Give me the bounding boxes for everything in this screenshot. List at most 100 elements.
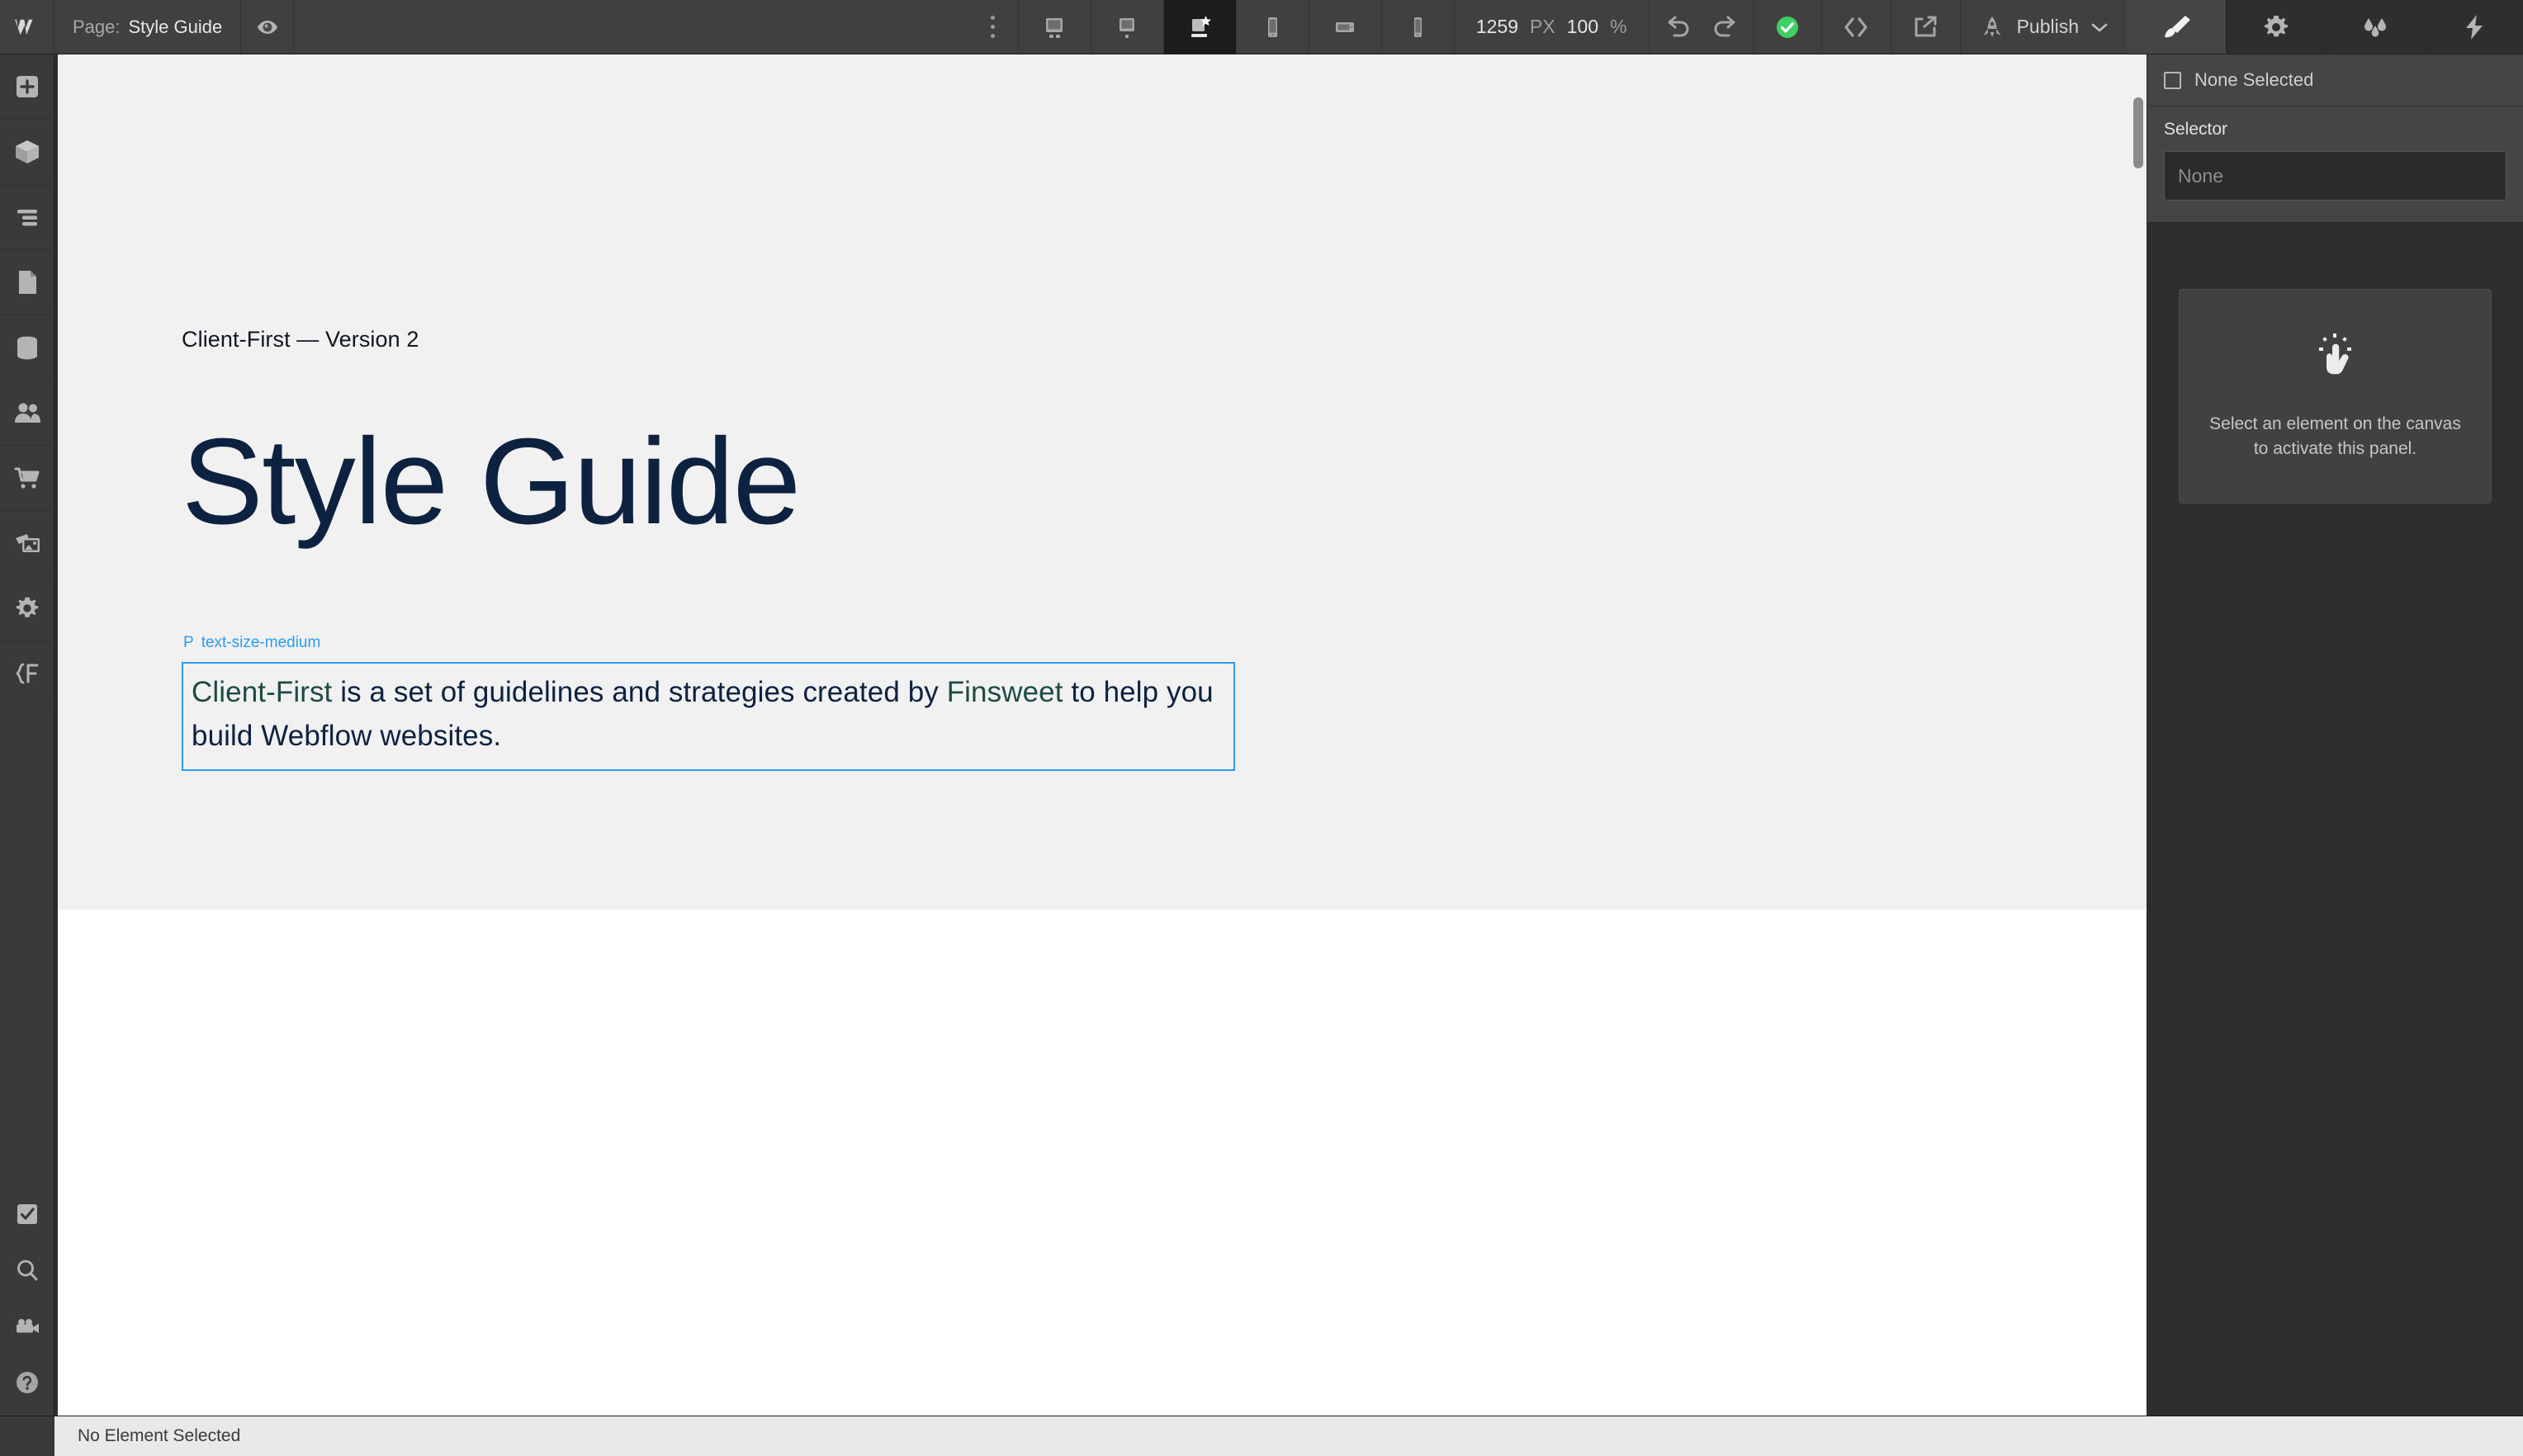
sidebar-item-navigator[interactable] [0,185,54,250]
status-message: No Element Selected [78,1426,241,1445]
selector-section: Selector None [2147,106,2523,223]
empty-state-message: Select an element on the canvas to activ… [2209,414,2461,458]
save-status-button[interactable] [1754,0,1822,54]
lightning-bolt-icon [2461,12,2487,42]
page-title[interactable]: Style Guide [182,418,801,546]
tab-interactions-panel[interactable] [2424,0,2523,54]
paragraph-text-1: is a set of guidelines and strategies cr… [332,676,947,708]
empty-state-card: Select an element on the canvas to activ… [2179,289,2492,503]
tab-settings-panel[interactable] [2226,0,2325,54]
more-vertical-icon [990,16,995,38]
toolbar-spacer-left [294,0,968,54]
sidebar-item-components[interactable] [0,120,54,185]
zoom-value: 100 [1566,16,1599,37]
canvas-area: Client-First — Version 2 Style Guide P t… [54,54,2147,1416]
page-name: Style Guide [128,16,223,37]
eyebrow-text[interactable]: Client-First — Version 2 [182,327,419,352]
redo-icon[interactable] [1711,15,1739,40]
eye-preview-icon [255,17,280,37]
gear-icon [2261,12,2291,42]
sidebar-item-users[interactable] [0,381,54,446]
mobile-portrait-icon [1404,13,1432,41]
database-icon [12,333,42,362]
sidebar-item-audit[interactable] [0,1186,54,1242]
left-toolbar-secondary [0,1186,54,1416]
rocket-icon [1979,14,2005,40]
breakpoint-desktop[interactable] [1091,0,1164,54]
sidebar-item-video-tutorials[interactable] [0,1298,54,1354]
monitor-star-icon [1185,12,1214,42]
question-circle-icon [13,1369,41,1397]
custom-code-button[interactable] [1822,0,1891,54]
undo-icon[interactable] [1664,15,1692,40]
sidebar-item-help[interactable] [0,1354,54,1411]
status-bar: No Element Selected [0,1416,2523,1456]
paintbrush-icon [2161,12,2194,42]
breakpoint-more-options-button[interactable] [968,0,1019,54]
breakpoint-base[interactable] [1163,0,1237,54]
sidebar-item-assets[interactable] [0,511,54,576]
webflow-home-button[interactable] [0,0,54,54]
page-document-icon [14,267,40,297]
breakpoint-mobile-landscape[interactable] [1309,0,1382,54]
breakpoint-desktop-xl[interactable] [1019,0,1091,54]
selected-element-header[interactable]: None Selected [2147,54,2523,106]
client-first-link[interactable]: Client-First [192,676,332,708]
sidebar-item-ecommerce[interactable] [0,446,54,511]
style-panel: None Selected Selector None Select an el… [2147,54,2523,1416]
plus-square-icon [13,73,41,101]
video-camera-icon [12,1315,42,1338]
sidebar-item-pages[interactable] [0,250,54,315]
selection-tag-letter: P [183,634,194,651]
canvas-width-value: 1259 [1475,16,1519,37]
left-toolbar-primary [0,54,54,707]
sidebar-item-cms[interactable] [0,315,54,381]
zoom-unit: % [1610,16,1627,37]
finsweet-brace-f-icon [12,661,42,686]
canvas-width-unit: PX [1530,16,1555,37]
sidebar-item-search[interactable] [0,1242,54,1298]
selection-label: P text-size-medium [183,634,320,652]
magnifier-icon [14,1257,40,1283]
webflow-logo-icon [12,17,43,38]
selector-placeholder: None [2178,164,2223,187]
selected-paragraph-box[interactable]: Client-First is a set of guidelines and … [182,662,1235,772]
tablet-icon [1258,13,1286,41]
chevron-down-icon [2090,21,2109,33]
sidebar-item-finsweet-extension[interactable] [0,641,54,707]
click-hand-icon [2311,331,2360,384]
checkbox-check-icon [14,1201,40,1227]
code-brackets-icon [1841,16,1871,39]
publish-label: Publish [2016,16,2079,37]
export-code-button[interactable] [1891,0,1961,54]
intro-paragraph[interactable]: Client-First is a set of guidelines and … [192,670,1225,758]
sidebar-item-add-elements[interactable] [0,54,54,120]
hero-section[interactable]: Client-First — Version 2 Style Guide P t… [58,54,2147,910]
monitor-large-icon [1040,13,1068,41]
selected-element-wrapper: P text-size-medium Client-First is a set… [182,634,1235,772]
canvas-size-zoom[interactable]: 1259 PX 100 % [1455,0,1650,54]
style-panel-empty-area: Select an element on the canvas to activ… [2147,223,2523,1416]
canvas-scrollbar[interactable] [2132,54,2147,1416]
sidebar-item-project-settings[interactable] [0,576,54,641]
canvas-viewport[interactable]: Client-First — Version 2 Style Guide P t… [58,54,2147,1416]
page-indicator[interactable]: Page: Style Guide [54,0,242,54]
cube-icon [12,137,42,167]
publish-button[interactable]: Publish [1961,0,2127,54]
selector-input[interactable]: None [2164,151,2506,201]
right-panel-tabs [2127,0,2523,54]
breakpoint-tablet[interactable] [1237,0,1309,54]
monitor-icon [1113,13,1141,41]
preview-toggle-button[interactable] [241,0,295,54]
designer-body: Client-First — Version 2 Style Guide P t… [0,54,2523,1416]
finsweet-link[interactable]: Finsweet [947,676,1063,708]
undo-redo-group [1650,0,1754,54]
tab-style-panel[interactable] [2127,0,2226,54]
page-label: Page: [73,16,121,37]
tab-style-manager-panel[interactable] [2325,0,2424,54]
breakpoint-mobile-portrait[interactable] [1382,0,1455,54]
selection-tag-class: text-size-medium [201,634,321,651]
mobile-landscape-icon [1331,13,1359,41]
layers-list-icon [13,205,41,229]
canvas-scrollbar-thumb[interactable] [2133,97,2143,168]
